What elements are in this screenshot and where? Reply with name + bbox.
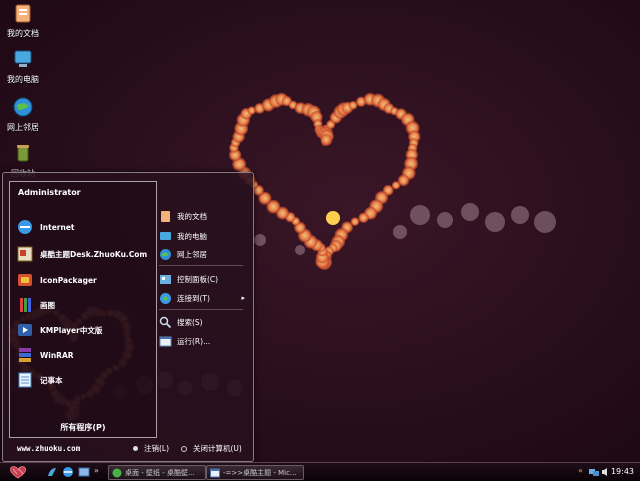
control-panel-icon — [160, 274, 171, 284]
program-kmplayer[interactable]: KMPlayer中文版 — [16, 319, 152, 341]
run-icon — [159, 336, 172, 346]
paint-icon — [20, 298, 31, 312]
bokeh-dot — [320, 134, 332, 146]
recycle-bin-icon — [17, 145, 29, 162]
quicklaunch-overflow-icon[interactable]: » — [94, 466, 99, 475]
my-documents-icon — [161, 210, 170, 222]
program-zhuoku-theme[interactable]: 桌酷主题Desk.ZhuoKu.Com — [16, 243, 152, 265]
desktop-icon-my-computer[interactable]: 我的电脑 — [0, 48, 46, 85]
place-my-documents[interactable]: 我的文档 — [159, 207, 249, 225]
submenu-arrow-icon: ▸ — [241, 294, 245, 302]
network-places-icon — [13, 97, 33, 117]
place-connect-to[interactable]: 连接到(T) ▸ — [159, 289, 249, 307]
tray-expand-icon[interactable]: « — [578, 466, 583, 475]
bokeh-highlight — [326, 211, 340, 225]
notepad-icon — [18, 372, 32, 388]
quicklaunch-internet-explorer-icon[interactable] — [62, 466, 74, 478]
zhuoku-theme-icon — [17, 246, 33, 262]
place-search[interactable]: 搜索(S) — [159, 313, 249, 331]
logoff-icon — [133, 446, 138, 451]
connect-to-icon — [160, 292, 171, 304]
kmplayer-icon — [18, 324, 32, 336]
shutdown-button[interactable]: 关闭计算机(U) — [181, 443, 242, 454]
logoff-button[interactable]: 注销(L) — [133, 443, 169, 454]
program-internet[interactable]: Internet — [16, 216, 152, 238]
place-run[interactable]: 运行(R)... — [159, 332, 249, 350]
program-iconpackager[interactable]: IconPackager — [16, 269, 152, 291]
website-link[interactable]: www.zhuoku.com — [17, 444, 80, 453]
place-my-computer[interactable]: 我的电脑 — [159, 227, 249, 245]
search-icon — [159, 316, 172, 328]
my-documents-icon — [15, 4, 31, 23]
start-button[interactable] — [6, 464, 30, 480]
taskbar: » 桌面 - 壁纸 - 桌酷壁... -=>>桌酷主题 - Mic... « 1… — [0, 462, 640, 481]
power-icon — [181, 445, 187, 452]
user-name: Administrator — [18, 188, 81, 197]
places-separator — [159, 309, 243, 310]
program-notepad[interactable]: 记事本 — [16, 369, 152, 391]
desktop-icon-network-places[interactable]: 网上邻居 — [0, 96, 46, 133]
place-network-places[interactable]: 网上邻居 — [159, 245, 249, 263]
place-control-panel[interactable]: 控制面板(C) — [159, 270, 249, 288]
window-icon — [210, 468, 220, 477]
program-paint[interactable]: 画图 — [16, 294, 152, 316]
quicklaunch-show-desktop-icon[interactable] — [78, 466, 90, 478]
quicklaunch-browser-icon[interactable] — [46, 466, 58, 478]
internet-explorer-icon — [18, 220, 32, 234]
taskbar-task-zhuoku-theme[interactable]: -=>>桌酷主题 - Mic... — [206, 465, 304, 480]
start-menu-programs-pane: Administrator Internet 桌酷主题Desk.ZhuoKu.C… — [9, 181, 157, 438]
start-menu: Administrator Internet 桌酷主题Desk.ZhuoKu.C… — [2, 172, 254, 462]
taskbar-task-wallpaper[interactable]: 桌面 - 壁纸 - 桌酷壁... — [108, 465, 206, 480]
network-places-icon — [160, 248, 171, 260]
my-computer-icon — [160, 231, 171, 240]
desktop-icon-my-documents[interactable]: 我的文档 — [0, 2, 46, 39]
places-separator — [159, 265, 243, 266]
my-computer-icon — [14, 50, 32, 67]
taskbar-clock[interactable]: 19:43 — [611, 467, 634, 476]
browser-icon — [112, 468, 122, 477]
winrar-icon — [19, 348, 31, 362]
bokeh-dot — [358, 212, 369, 223]
program-winrar[interactable]: WinRAR — [16, 344, 152, 366]
iconpackager-icon — [18, 274, 32, 286]
tray-network-icon[interactable] — [588, 466, 600, 478]
all-programs-button[interactable]: 所有程序(P) — [10, 422, 156, 433]
